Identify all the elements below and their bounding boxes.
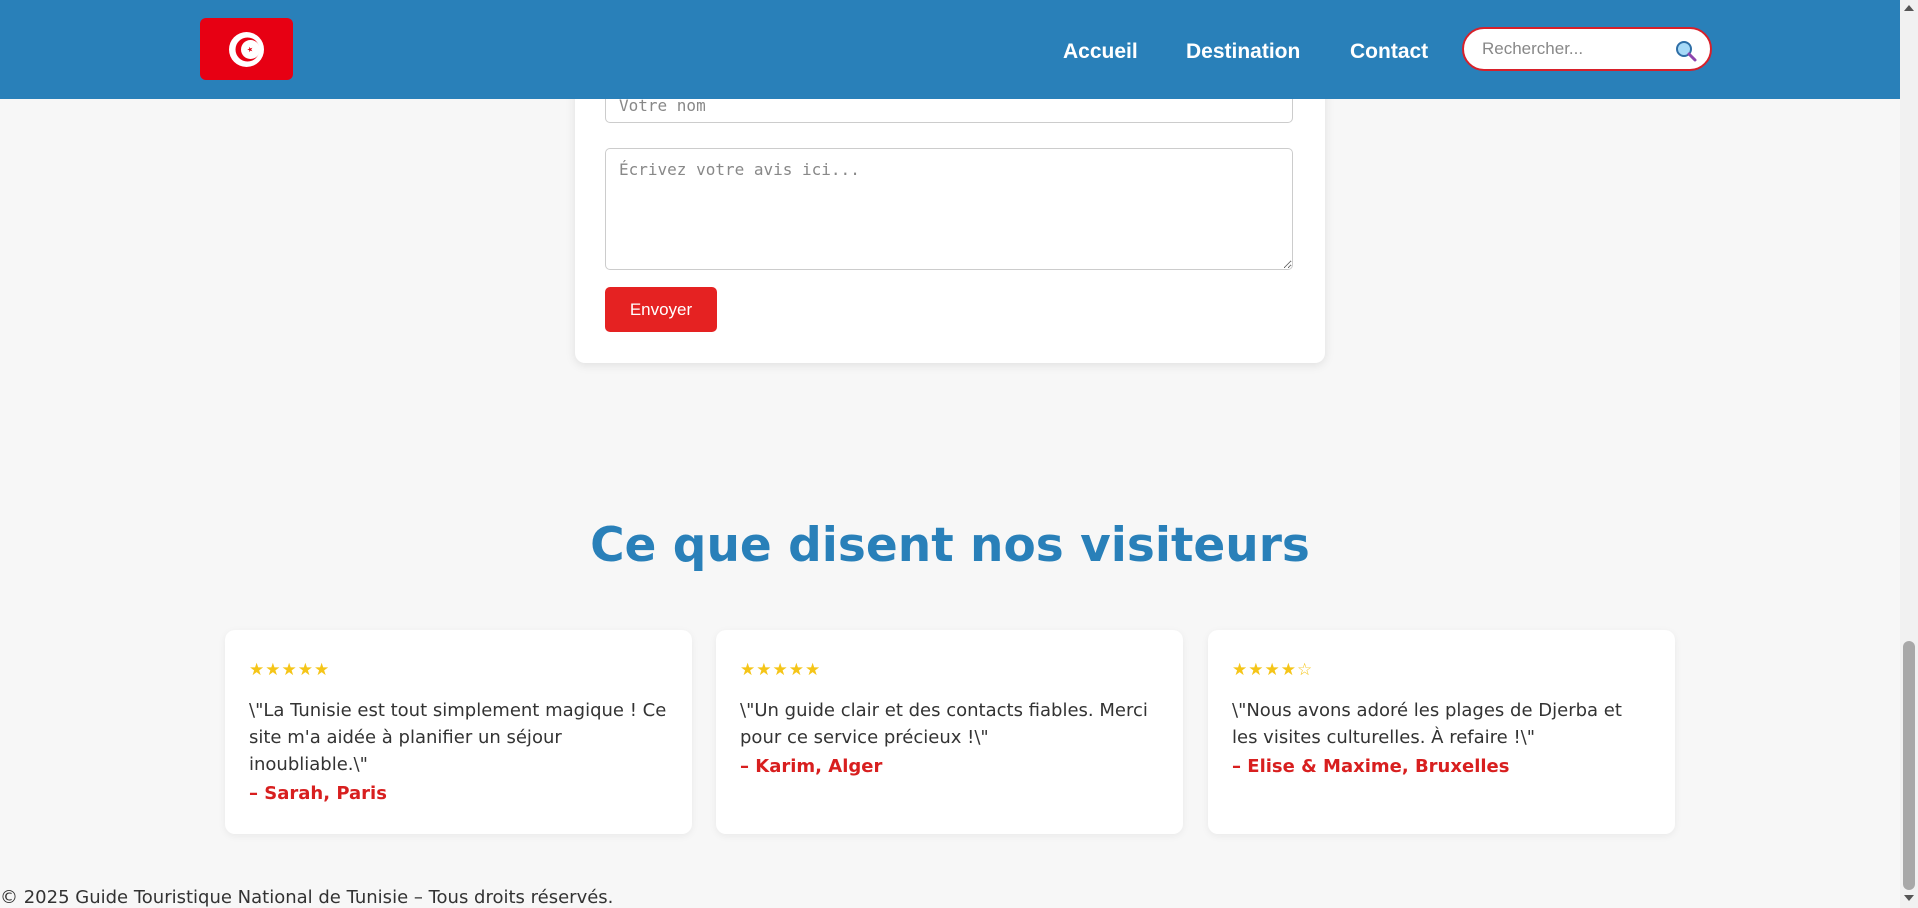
nav-contact[interactable]: Contact (1350, 40, 1428, 64)
footer-copyright: © 2025 Guide Touristique National de Tun… (0, 887, 614, 908)
scrollbar-thumb[interactable] (1903, 641, 1915, 890)
testimonial-card: ★★★★★ \"Un guide clair et des contacts f… (716, 630, 1183, 834)
review-textarea[interactable] (605, 148, 1293, 270)
rating-stars: ★★★★★ (249, 660, 331, 680)
site-header: Accueil Destination Contact (0, 0, 1900, 99)
rating-stars: ★★★★☆ (1232, 660, 1314, 680)
vertical-scrollbar[interactable] (1900, 0, 1918, 908)
nav-accueil[interactable]: Accueil (1063, 40, 1138, 64)
search-box (1462, 27, 1712, 71)
testimonial-card: ★★★★★ \"La Tunisie est tout simplement m… (225, 630, 692, 834)
testimonials-title: Ce que disent nos visiteurs (590, 518, 1310, 573)
scroll-down-icon[interactable] (1904, 895, 1914, 901)
tunisia-flag-icon[interactable] (200, 18, 293, 80)
testimonial-quote: \"La Tunisie est tout simplement magique… (249, 700, 667, 775)
search-input[interactable] (1482, 37, 1667, 61)
testimonial-card: ★★★★☆ \"Nous avons adoré les plages de D… (1208, 630, 1675, 834)
search-icon[interactable] (1674, 39, 1698, 63)
rating-stars: ★★★★★ (740, 660, 822, 680)
testimonial-author: – Elise & Maxime, Bruxelles (1232, 756, 1510, 777)
testimonial-quote: \"Un guide clair et des contacts fiables… (740, 700, 1148, 748)
send-button[interactable]: Envoyer (605, 287, 717, 332)
testimonial-author: – Sarah, Paris (249, 783, 387, 804)
nav-destination[interactable]: Destination (1186, 40, 1300, 64)
scroll-up-icon[interactable] (1904, 5, 1914, 11)
testimonial-author: – Karim, Alger (740, 756, 883, 777)
testimonial-quote: \"Nous avons adoré les plages de Djerba … (1232, 700, 1622, 748)
